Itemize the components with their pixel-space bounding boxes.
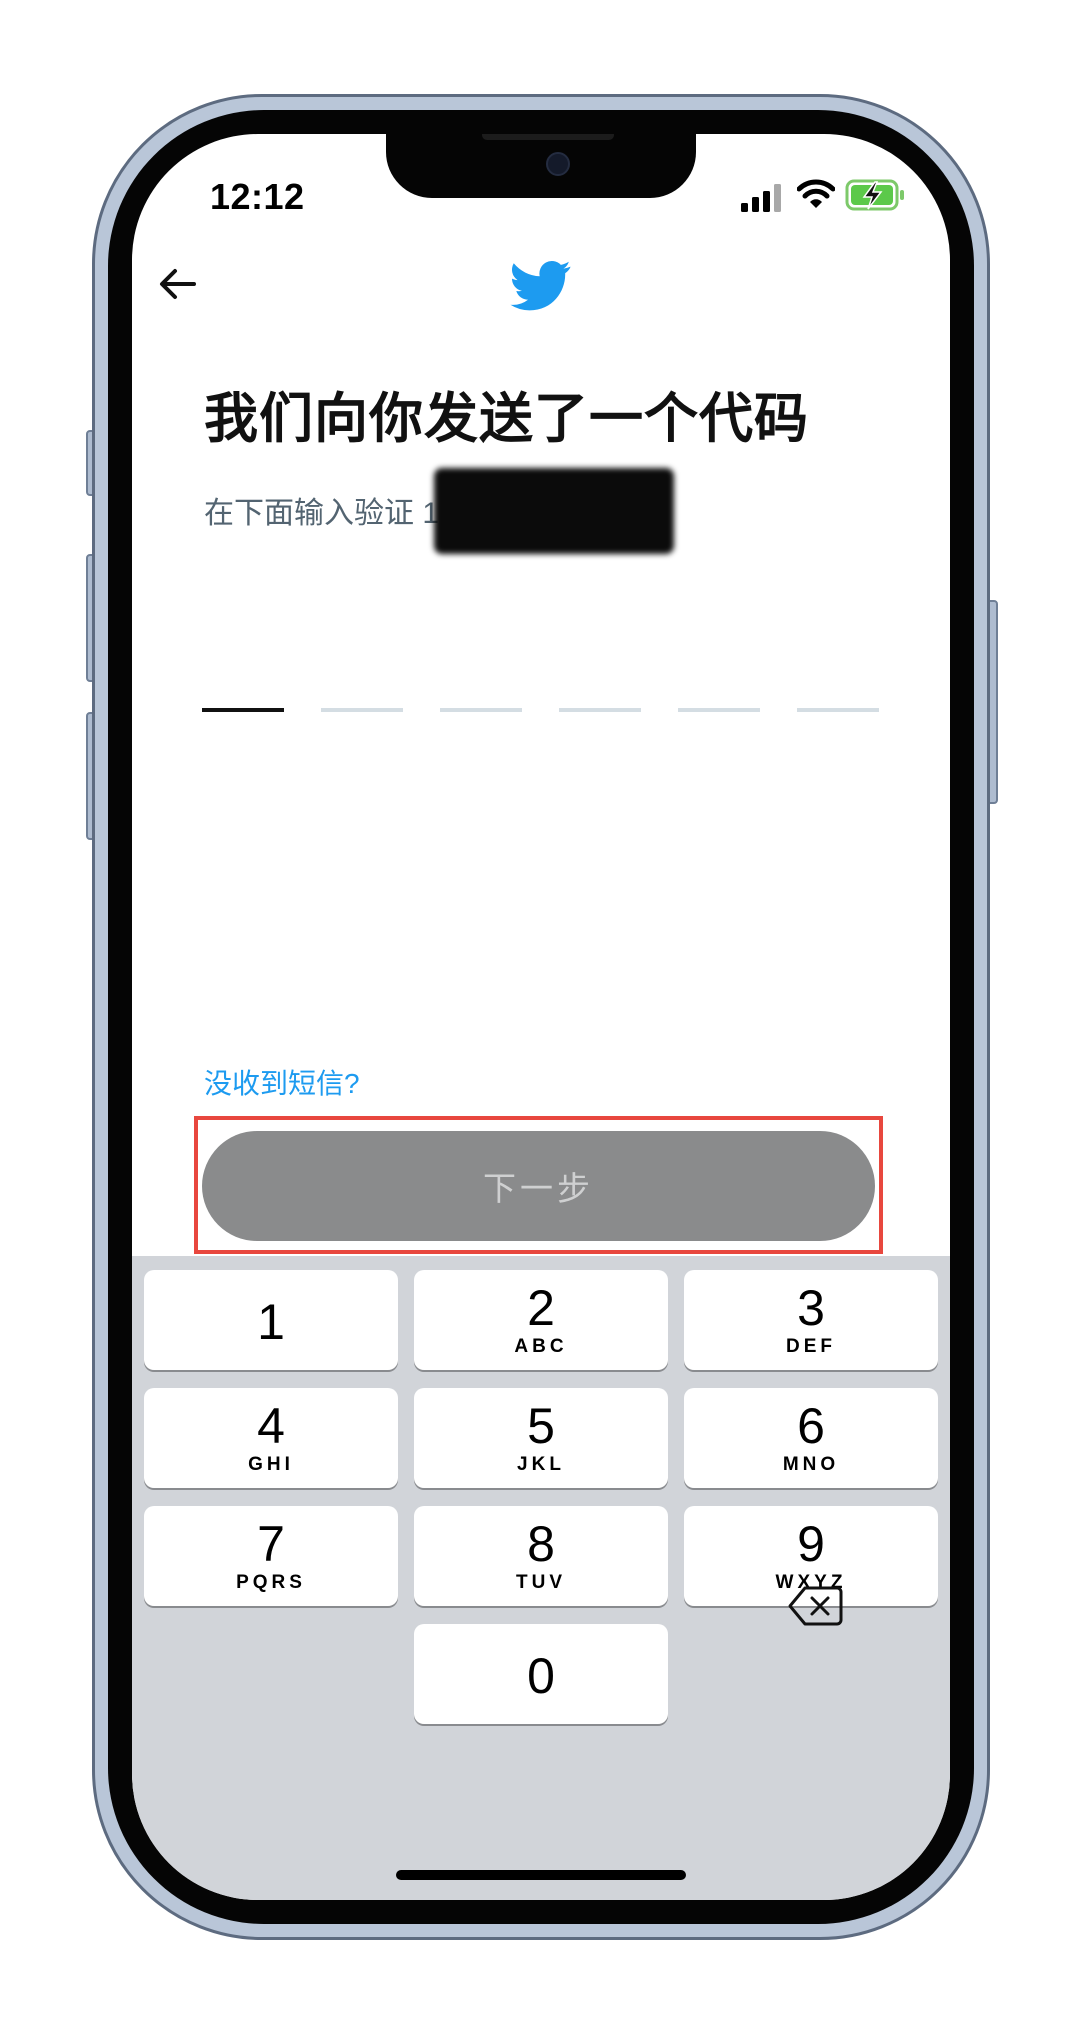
key-letters: ABC — [514, 1336, 568, 1357]
key-1[interactable]: 1 — [144, 1270, 398, 1370]
key-letters: PQRS — [236, 1572, 306, 1593]
key-letters: TUV — [516, 1572, 566, 1593]
phone-screen: 12:12 我们向你发送了一个代码 在下面输入验证 175 9123 2191。… — [132, 134, 950, 1900]
home-indicator[interactable] — [396, 1870, 686, 1880]
key-digit: 2 — [527, 1280, 555, 1336]
code-slot-1[interactable] — [202, 708, 284, 712]
key-8[interactable]: 8 TUV — [414, 1506, 668, 1606]
code-slot-6[interactable] — [797, 708, 879, 712]
redaction-mark — [434, 468, 674, 554]
key-2[interactable]: 2 ABC — [414, 1270, 668, 1370]
key-digit: 0 — [527, 1648, 555, 1704]
key-6[interactable]: 6 MNO — [684, 1388, 938, 1488]
key-digit: 3 — [797, 1280, 825, 1336]
front-camera — [546, 152, 570, 176]
key-digit: 6 — [797, 1398, 825, 1454]
status-time: 12:12 — [210, 176, 305, 217]
key-digit: 1 — [257, 1294, 285, 1350]
key-letters: DEF — [786, 1336, 836, 1357]
back-arrow-icon[interactable] — [154, 260, 202, 308]
backspace-icon[interactable] — [787, 1584, 843, 1628]
highlight-box — [194, 1116, 883, 1254]
key-3[interactable]: 3 DEF — [684, 1270, 938, 1370]
cellular-signal-icon — [741, 184, 781, 212]
resend-sms-link[interactable]: 没收到短信? — [204, 1062, 360, 1102]
key-letters: JKL — [517, 1454, 565, 1475]
key-digit: 9 — [797, 1516, 825, 1572]
key-digit: 7 — [257, 1516, 285, 1572]
key-letters: MNO — [782, 1454, 840, 1475]
key-letters: GHI — [248, 1454, 294, 1475]
speaker-grille — [482, 134, 614, 140]
key-digit: 4 — [257, 1398, 285, 1454]
key-7[interactable]: 7 PQRS — [144, 1506, 398, 1606]
notch — [386, 134, 696, 198]
key-digit: 8 — [527, 1516, 555, 1572]
key-0[interactable]: 0 — [414, 1624, 668, 1724]
verification-code-input[interactable] — [202, 708, 882, 728]
twitter-bird-icon — [510, 261, 571, 311]
battery-charging-icon — [845, 179, 904, 211]
code-slot-4[interactable] — [559, 708, 641, 712]
numeric-keypad: 1 2 ABC 3 DEF 4 GHI 5 JKL 6 MNO 7 PQRS 8 TUV 9W… — [132, 1256, 950, 1900]
code-slot-2[interactable] — [321, 708, 403, 712]
key-5[interactable]: 5 JKL — [414, 1388, 668, 1488]
key-4[interactable]: 4 GHI — [144, 1388, 398, 1488]
page-title: 我们向你发送了一个代码 — [204, 389, 809, 449]
code-slot-5[interactable] — [678, 708, 760, 712]
key-digit: 5 — [527, 1398, 555, 1454]
code-slot-3[interactable] — [440, 708, 522, 712]
wifi-icon — [797, 179, 835, 208]
